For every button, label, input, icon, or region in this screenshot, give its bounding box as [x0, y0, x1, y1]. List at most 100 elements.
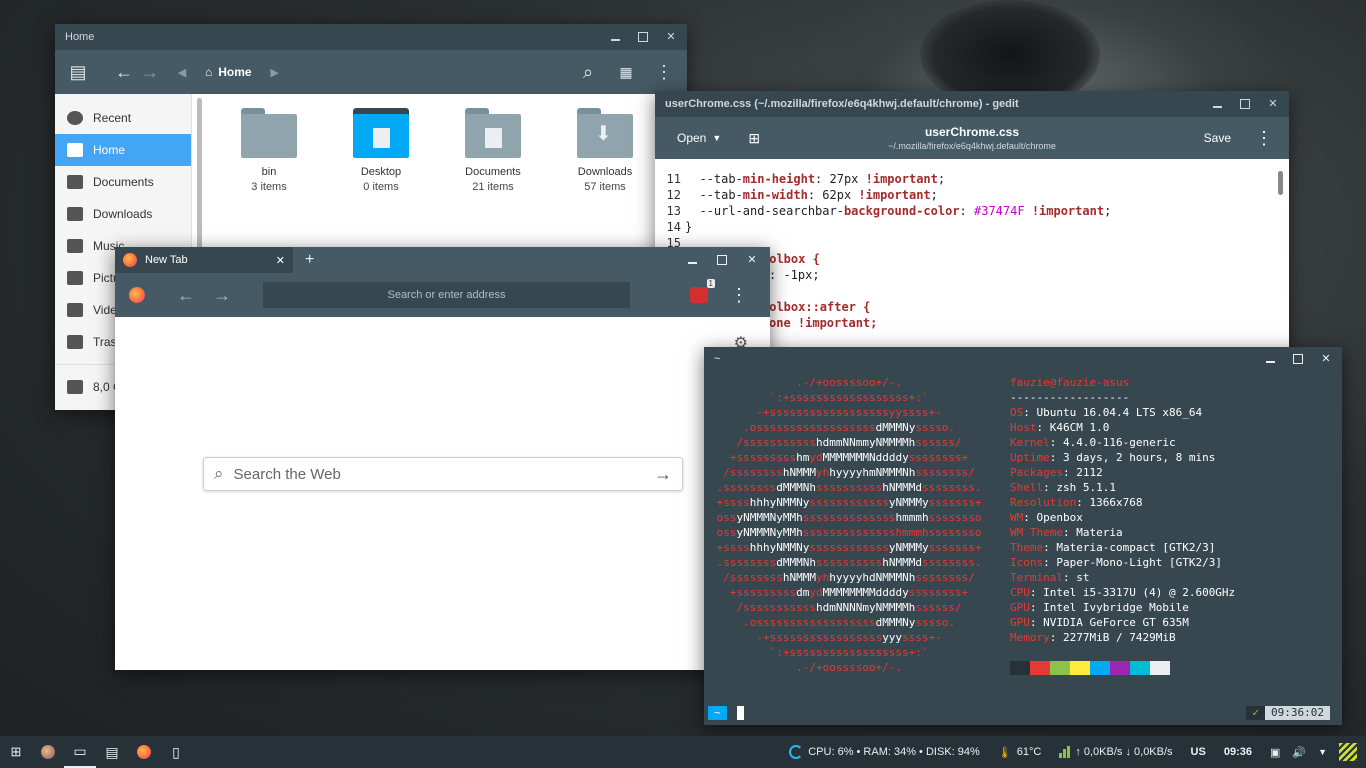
info-separator: ------------------	[1010, 391, 1130, 404]
close-icon[interactable]	[1267, 98, 1279, 110]
cpu-ring-icon	[789, 745, 804, 759]
menu-icon[interactable]: ⋮	[651, 59, 677, 85]
chevron-down-icon: ▼	[712, 133, 722, 143]
volume-icon[interactable]: 🔊	[1292, 746, 1306, 759]
maximize-icon[interactable]	[1292, 353, 1304, 365]
save-button[interactable]: Save	[1204, 131, 1231, 145]
battery-icon[interactable]	[1339, 743, 1357, 761]
gedit-headerbar: userChrome.css ~/.mozilla/firefox/e6q4kh…	[655, 117, 1289, 159]
minimize-icon[interactable]	[1211, 98, 1223, 110]
file-name: Documents	[465, 166, 521, 178]
color-swatch	[1130, 661, 1150, 675]
back-button[interactable]: ←	[111, 59, 137, 85]
firefox-window: New Tab ✕ + ← → Search or enter address …	[115, 247, 770, 670]
editor-scrollbar[interactable]	[1278, 171, 1283, 195]
back-button[interactable]: ←	[173, 282, 199, 308]
search-placeholder: Search the Web	[233, 465, 341, 483]
search-icon[interactable]: ⌕	[575, 59, 601, 85]
taskbar-app-firefox-dev[interactable]	[32, 736, 64, 768]
sidebar-item-home[interactable]: Home	[55, 134, 191, 166]
file-name: Downloads	[577, 166, 633, 178]
color-swatch	[1010, 661, 1030, 675]
files-app-icon[interactable]: ▤	[65, 59, 91, 85]
taskbar-app-gedit[interactable]: ▯	[160, 736, 192, 768]
file-manager-titlebar[interactable]: Home	[55, 24, 687, 50]
video-icon[interactable]: ▣	[1270, 746, 1280, 759]
firefox-menu-icon[interactable]	[129, 287, 145, 303]
open-label: Open	[677, 131, 707, 145]
open-button[interactable]: Open ▼	[667, 131, 731, 145]
shell-prompt[interactable]: ~	[708, 706, 744, 720]
forward-button[interactable]: →	[137, 59, 163, 85]
clock[interactable]: 09:36	[1215, 736, 1261, 768]
extension-icon[interactable]: 1	[690, 279, 715, 303]
sidebar-label: Downloads	[93, 207, 153, 221]
gedit-titlebar[interactable]: userChrome.css (~/.mozilla/firefox/e6q4k…	[655, 91, 1289, 117]
taskbar-app-firefox[interactable]	[128, 736, 160, 768]
network-monitor[interactable]: ↑ 0,0KB/s ↓ 0,0KB/s	[1050, 736, 1181, 768]
item-count: 0 items	[363, 181, 399, 193]
window-title: ~	[714, 353, 721, 365]
home-icon	[67, 143, 83, 157]
file-name: Desktop	[360, 166, 402, 178]
apps-grid-icon[interactable]: ⊞	[0, 736, 32, 768]
cursor	[736, 706, 744, 720]
file-item-documents[interactable]: Documents 21 items	[437, 100, 549, 208]
sysinfo-text: CPU: 6% • RAM: 34% • DISK: 94%	[808, 746, 980, 758]
prompt-status: ✓ 09:36:02	[1246, 706, 1330, 720]
file-item-bin[interactable]: bin 3 items	[213, 100, 325, 208]
forward-button[interactable]: →	[209, 282, 235, 308]
maximize-icon[interactable]	[1239, 98, 1251, 110]
tab-new-tab[interactable]: New Tab ✕	[115, 247, 293, 273]
terminal-titlebar[interactable]: ~	[704, 347, 1342, 371]
close-icon[interactable]	[746, 254, 758, 266]
sidebar-item-downloads[interactable]: Downloads	[55, 198, 191, 230]
extension-badge: 1	[706, 279, 715, 288]
sidebar-item-recent[interactable]: Recent	[55, 102, 191, 134]
crumb-next-icon[interactable]: ▶	[262, 59, 288, 85]
tab-bar: New Tab ✕ +	[115, 247, 770, 273]
new-tab-icon[interactable]: ⊞	[741, 125, 767, 151]
crumb-prev-icon[interactable]: ◀	[169, 59, 195, 85]
item-count: 21 items	[472, 181, 514, 193]
color-swatch	[1090, 661, 1110, 675]
maximize-icon[interactable]	[637, 31, 649, 43]
sysinfo-monitor[interactable]: CPU: 6% • RAM: 34% • DISK: 94%	[780, 736, 989, 768]
chevron-down-icon[interactable]: ▼	[1318, 747, 1327, 757]
breadcrumb[interactable]: ⌂ Home	[205, 65, 252, 79]
taskbar-app-terminal[interactable]: ▭	[64, 736, 96, 768]
minimize-icon[interactable]	[609, 31, 621, 43]
file-item-downloads[interactable]: ⬇ Downloads 57 items	[549, 100, 661, 208]
maximize-icon[interactable]	[716, 254, 728, 266]
temperature-monitor[interactable]: 🌡 61°C	[989, 736, 1051, 768]
close-tab-icon[interactable]: ✕	[276, 254, 285, 267]
address-bar[interactable]: Search or enter address	[263, 282, 630, 308]
folder-icon	[241, 108, 297, 158]
sidebar-scrollbar[interactable]	[197, 98, 202, 268]
sidebar-label: Recent	[93, 111, 132, 125]
desktop-folder-icon	[353, 108, 409, 158]
taskbar-app-files[interactable]: ▤	[96, 736, 128, 768]
minimize-icon[interactable]	[686, 254, 698, 266]
arrow-right-icon[interactable]: →	[654, 464, 672, 485]
color-swatch	[1110, 661, 1130, 675]
view-grid-icon[interactable]: ▦	[613, 59, 639, 85]
close-icon[interactable]	[1320, 353, 1332, 365]
sidebar-item-documents[interactable]: Documents	[55, 166, 191, 198]
image-icon	[67, 271, 83, 285]
new-tab-button[interactable]: +	[293, 247, 326, 273]
color-swatch	[1150, 661, 1170, 675]
menu-icon[interactable]: ⋮	[726, 282, 752, 308]
clock-icon	[67, 111, 83, 125]
menu-icon[interactable]: ⋮	[1251, 125, 1277, 151]
web-search-input[interactable]: ⌕ Search the Web →	[203, 457, 683, 491]
code-line: 11 --tab-min-height: 27px !important;	[666, 172, 946, 186]
tab-title: New Tab	[145, 254, 188, 266]
close-icon[interactable]	[665, 31, 677, 43]
breadcrumb-home[interactable]: Home	[218, 65, 251, 79]
minimize-icon[interactable]	[1264, 353, 1276, 365]
file-item-desktop[interactable]: Desktop 0 items	[325, 100, 437, 208]
keyboard-layout[interactable]: US	[1182, 736, 1215, 768]
terminal-window: ~ .-/+oossssoo+/-. `:+ssssssssssssssssss…	[704, 347, 1342, 725]
system-info: fauzie@fauzie-asus ------------------ OS…	[1010, 376, 1236, 644]
